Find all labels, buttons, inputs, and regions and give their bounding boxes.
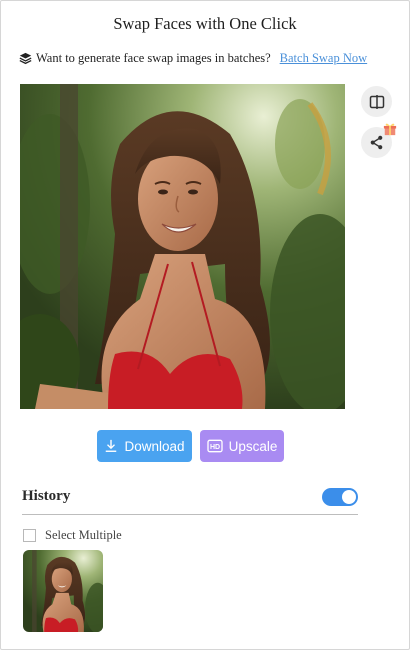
download-button[interactable]: Download xyxy=(97,430,192,462)
compare-button[interactable] xyxy=(361,86,392,117)
share-icon xyxy=(370,135,383,150)
download-icon xyxy=(106,439,117,452)
select-multiple-row[interactable]: Select Multiple xyxy=(23,528,122,543)
batch-prompt-row: Want to generate face swap images in bat… xyxy=(19,51,367,66)
history-thumbnail[interactable] xyxy=(23,550,103,632)
upscale-label: Upscale xyxy=(228,438,278,454)
history-thumbnail-image xyxy=(23,550,103,632)
select-multiple-label: Select Multiple xyxy=(45,528,122,542)
compare-split-icon xyxy=(369,94,384,109)
result-image xyxy=(20,84,345,409)
page-title: Swap Faces with One Click xyxy=(113,14,297,33)
select-multiple-checkbox[interactable] xyxy=(23,529,36,542)
hd-badge-text: HD xyxy=(210,444,220,451)
toggle-knob xyxy=(342,490,356,504)
layers-icon xyxy=(19,52,32,65)
batch-prompt-text: Want to generate face swap images in bat… xyxy=(36,51,271,65)
hd-icon: HD xyxy=(206,439,223,453)
gift-icon xyxy=(383,123,397,136)
result-photo xyxy=(20,84,345,409)
history-heading: History xyxy=(22,488,71,504)
download-label: Download xyxy=(124,438,185,454)
history-toggle[interactable] xyxy=(322,488,358,506)
history-divider xyxy=(22,514,358,515)
batch-swap-link[interactable]: Batch Swap Now xyxy=(280,51,368,66)
upscale-button[interactable]: HD Upscale xyxy=(200,430,284,462)
